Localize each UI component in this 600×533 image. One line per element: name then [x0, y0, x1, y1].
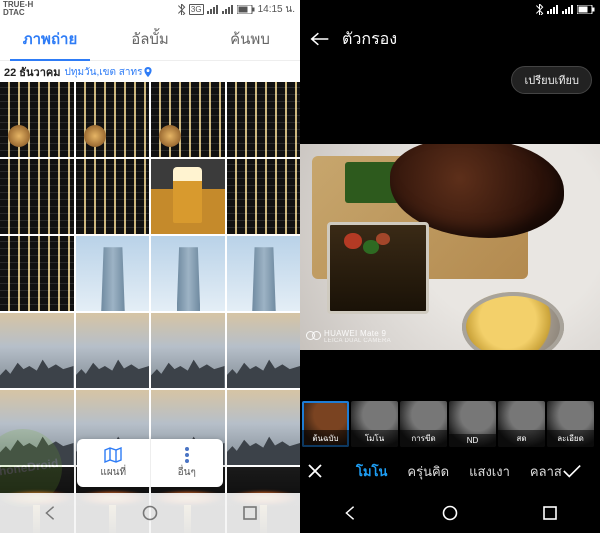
- filter-thumb-1[interactable]: โมโน: [351, 401, 398, 447]
- nav-home-icon[interactable]: [440, 503, 460, 523]
- signal-bars-icon: [547, 5, 559, 14]
- leica-rings-icon: [306, 331, 321, 342]
- gallery-screen: TRUE-H DTAC 3G 14:15 น.: [0, 0, 300, 533]
- photo-thumb[interactable]: [0, 82, 74, 157]
- photo-thumb[interactable]: [227, 82, 301, 157]
- more-label: อื่นๆ: [178, 465, 196, 480]
- photo-thumb[interactable]: [151, 82, 225, 157]
- editor-header: ตัวกรอง: [300, 18, 600, 60]
- confirm-button[interactable]: [562, 463, 594, 479]
- map-icon: [104, 447, 122, 463]
- photo-thumb[interactable]: [76, 82, 150, 157]
- filter-strip[interactable]: ต้นฉบับโมโนการขีดNDสดละเอียด: [300, 401, 600, 449]
- photo-thumb[interactable]: [76, 313, 150, 388]
- filter-label: สด: [498, 430, 545, 447]
- android-nav-bar: [0, 493, 300, 533]
- category-item[interactable]: โมโน: [356, 461, 387, 482]
- category-item[interactable]: คลาส: [530, 461, 562, 482]
- nav-recent-icon[interactable]: [240, 503, 260, 523]
- filter-category-bar: โมโน ครุ่นคิด แสงเงา คลาส: [300, 449, 600, 493]
- filter-thumb-5[interactable]: ละเอียด: [547, 401, 594, 447]
- photo-thumb[interactable]: [151, 236, 225, 311]
- signal-bars-icon: [207, 5, 219, 14]
- nav-home-icon[interactable]: [140, 503, 160, 523]
- category-item[interactable]: แสงเงา: [469, 461, 510, 482]
- clock-label: 14:15 น.: [258, 2, 295, 17]
- photo-thumb[interactable]: [0, 159, 74, 234]
- filter-thumb-3[interactable]: ND: [449, 401, 496, 447]
- filter-label: โมโน: [351, 430, 398, 447]
- map-label: แผนที่: [100, 465, 126, 480]
- signal-bars-icon: [222, 5, 234, 14]
- filter-label: การขีด: [400, 430, 447, 447]
- nav-recent-icon[interactable]: [540, 503, 560, 523]
- tab-discover[interactable]: ค้นพบ: [200, 18, 300, 60]
- bottom-action-pill: แผนที่ อื่นๆ: [77, 439, 223, 487]
- carrier-label: TRUE-H DTAC: [3, 1, 33, 17]
- gallery-tabs: ภาพถ่าย อัลบั้ม ค้นพบ: [0, 18, 300, 61]
- filter-editor-screen: ตัวกรอง เปรียบเทียบ HUAWEI Mate 9 LEICA …: [300, 0, 600, 533]
- photo-thumb[interactable]: [0, 313, 74, 388]
- photo-thumb[interactable]: [227, 390, 301, 465]
- filter-thumb-4[interactable]: สด: [498, 401, 545, 447]
- cancel-button[interactable]: [306, 462, 338, 480]
- battery-icon: [577, 5, 595, 14]
- filter-thumb-2[interactable]: การขีด: [400, 401, 447, 447]
- android-nav-bar: [300, 493, 600, 533]
- photo-thumb[interactable]: [0, 236, 74, 311]
- photo-thumb[interactable]: [227, 159, 301, 234]
- compare-button[interactable]: เปรียบเทียบ: [511, 66, 592, 94]
- filter-thumb-0[interactable]: ต้นฉบับ: [302, 401, 349, 447]
- camera-watermark: HUAWEI Mate 9 LEICA DUAL CAMERA: [306, 329, 391, 344]
- edited-photo: HUAWEI Mate 9 LEICA DUAL CAMERA: [300, 144, 600, 350]
- signal-bars-icon: [562, 5, 574, 14]
- battery-icon: [237, 5, 255, 14]
- map-button[interactable]: แผนที่: [77, 439, 151, 487]
- filter-label: ND: [449, 434, 496, 447]
- photo-thumb[interactable]: [151, 159, 225, 234]
- category-list[interactable]: โมโน ครุ่นคิด แสงเงา คลาส: [338, 461, 562, 482]
- photo-thumb[interactable]: [227, 313, 301, 388]
- status-bar: [300, 0, 600, 18]
- signal-icon: 3G: [189, 4, 204, 15]
- section-header: 22 ธันวาคม ปทุมวัน,เขต สาทร: [0, 61, 300, 83]
- filter-label: ต้นฉบับ: [302, 430, 349, 447]
- bluetooth-icon: [177, 4, 186, 15]
- nav-back-icon[interactable]: [340, 503, 360, 523]
- photo-canvas[interactable]: HUAWEI Mate 9 LEICA DUAL CAMERA: [300, 92, 600, 401]
- filter-label: ละเอียด: [547, 430, 594, 447]
- bluetooth-icon: [535, 4, 544, 15]
- photo-thumb[interactable]: [76, 236, 150, 311]
- page-title: ตัวกรอง: [342, 27, 397, 52]
- photo-thumb[interactable]: [151, 313, 225, 388]
- status-bar: TRUE-H DTAC 3G 14:15 น.: [0, 0, 300, 18]
- tab-photos[interactable]: ภาพถ่าย: [0, 18, 100, 60]
- tab-albums[interactable]: อัลบั้ม: [100, 18, 200, 60]
- section-location[interactable]: ปทุมวัน,เขต สาทร: [65, 65, 153, 80]
- back-button[interactable]: [304, 31, 336, 47]
- nav-back-icon[interactable]: [40, 503, 60, 523]
- more-button[interactable]: อื่นๆ: [151, 439, 224, 487]
- photo-thumb[interactable]: [76, 159, 150, 234]
- category-item[interactable]: ครุ่นคิด: [407, 461, 449, 482]
- more-icon: [184, 447, 190, 463]
- section-date: 22 ธันวาคม: [4, 63, 61, 81]
- photo-thumb[interactable]: [227, 236, 301, 311]
